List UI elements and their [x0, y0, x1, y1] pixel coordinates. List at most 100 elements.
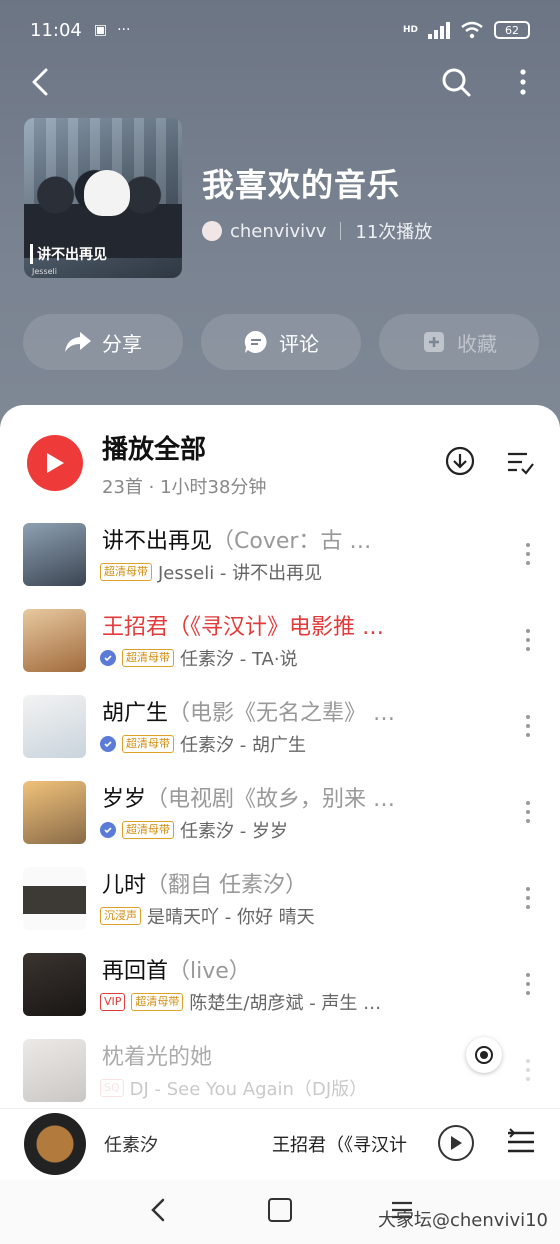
- quality-badge: 超清母带: [122, 821, 174, 839]
- comment-label: 评论: [279, 331, 319, 356]
- quality-badge: 超清母带: [122, 649, 174, 667]
- song-title: 儿时（翻自 任素汐）: [102, 873, 308, 898]
- sq-badge: SQ: [100, 1079, 124, 1097]
- song-thumbnail: [23, 867, 86, 930]
- song-meta: SQ DJ - See You Again（DJ版）: [100, 1075, 490, 1101]
- quality-badge: 超清母带: [131, 993, 184, 1011]
- playlist-title: 我喜欢的音乐: [202, 166, 401, 204]
- verified-icon: [100, 736, 116, 752]
- playlist-cover[interactable]: 讲不出再见 Jesseli: [24, 118, 182, 278]
- multi-select-icon[interactable]: [505, 447, 535, 477]
- song-title: 枕着光的她: [102, 1045, 213, 1070]
- cover-title: 讲不出再见: [30, 244, 107, 264]
- more-icon[interactable]: [518, 883, 538, 913]
- play-all-row[interactable]: 播放全部 23首 · 1小时38分钟: [0, 427, 560, 507]
- song-row[interactable]: 岁岁（电视剧《故乡，别来 … 超清母带 任素汐 - 岁岁: [0, 769, 560, 855]
- play-all-button[interactable]: [27, 435, 83, 491]
- song-artist-album: 陈楚生/胡彦斌 - 声生 …: [189, 993, 382, 1014]
- song-artist-album: 任素汐 - 胡广生: [180, 735, 306, 756]
- quality-badge: 超清母带: [100, 563, 152, 581]
- song-thumbnail: [23, 953, 86, 1016]
- song-artist-album: 是晴天吖 - 你好 晴天: [147, 907, 315, 928]
- mini-play-button[interactable]: [438, 1125, 474, 1161]
- vip-badge: VIP: [100, 993, 126, 1011]
- status-more: ···: [117, 22, 131, 38]
- collect-icon: [424, 332, 444, 352]
- owner-name[interactable]: chenvivivv: [230, 221, 326, 242]
- song-meta: 超清母带 Jesseli - 讲不出再见: [100, 559, 490, 585]
- song-meta: 超清母带 任素汐 - TA·说: [100, 645, 490, 671]
- more-icon[interactable]: [518, 969, 538, 999]
- song-meta: 超清母带 任素汐 - 岁岁: [100, 817, 490, 843]
- song-thumbnail: [23, 781, 86, 844]
- play-icon: [47, 453, 64, 473]
- top-nav: [0, 60, 560, 104]
- download-icon[interactable]: [444, 445, 476, 477]
- playlist-queue-icon[interactable]: [506, 1127, 536, 1157]
- play-all-subtitle: 23首 · 1小时38分钟: [102, 477, 267, 498]
- play-icon: [451, 1136, 462, 1150]
- play-count: 11次播放: [355, 222, 433, 243]
- locate-playing-icon[interactable]: [466, 1037, 502, 1073]
- quality-badge: 超清母带: [122, 735, 174, 753]
- song-thumbnail: [23, 1039, 86, 1102]
- playlist-owner[interactable]: chenvivivv 11次播放: [202, 218, 432, 244]
- more-icon[interactable]: [518, 797, 538, 827]
- collect-button[interactable]: 收藏: [379, 314, 539, 370]
- comment-button[interactable]: 评论: [201, 314, 361, 370]
- status-time: 11:04: [30, 19, 82, 41]
- song-artist-album: Jesseli - 讲不出再见: [158, 563, 323, 584]
- more-icon[interactable]: [518, 539, 538, 569]
- share-button[interactable]: 分享: [23, 314, 183, 370]
- status-bar: 11:04 ▣ ··· HD 62: [0, 0, 560, 60]
- more-icon[interactable]: [518, 711, 538, 741]
- verified-icon: [100, 822, 116, 838]
- song-meta: VIP 超清母带 陈楚生/胡彦斌 - 声生 …: [100, 989, 490, 1015]
- status-notification-icon: ▣: [93, 22, 108, 38]
- hd-label: HD: [402, 25, 418, 35]
- share-label: 分享: [102, 331, 142, 356]
- song-row[interactable]: 王招君（《寻汉计》电影推 … 超清母带 任素汐 - TA·说: [0, 597, 560, 683]
- mini-player-disc[interactable]: [24, 1113, 86, 1175]
- song-artist-album: DJ - See You Again（DJ版）: [129, 1079, 368, 1100]
- more-icon[interactable]: [518, 1055, 538, 1085]
- quality-badge: 沉浸声: [100, 907, 141, 925]
- mini-player-title: 王招君（《寻汉计: [272, 1135, 407, 1156]
- wifi-icon: [461, 21, 483, 39]
- more-icon[interactable]: [518, 625, 538, 655]
- song-artist-album: 任素汐 - TA·说: [180, 649, 298, 670]
- nav-back-icon[interactable]: [145, 1196, 173, 1224]
- mini-player[interactable]: 任素汐 王招君（《寻汉计: [0, 1108, 560, 1180]
- signal-icon: [428, 21, 450, 39]
- share-icon: [65, 332, 91, 352]
- action-bar: 分享 评论 收藏: [23, 314, 539, 370]
- verified-icon: [100, 650, 116, 666]
- song-title: 再回首（live）: [102, 959, 251, 984]
- song-thumbnail: [23, 609, 86, 672]
- song-row[interactable]: 讲不出再见（Cover：古 … 超清母带 Jesseli - 讲不出再见: [0, 511, 560, 597]
- search-icon[interactable]: [438, 64, 474, 100]
- comment-icon: [244, 330, 267, 353]
- song-row[interactable]: 儿时（翻自 任素汐） 沉浸声 是晴天吖 - 你好 晴天: [0, 855, 560, 941]
- song-title: 讲不出再见（Cover：古 …: [102, 529, 372, 554]
- system-nav-bar: 大家坛@chenvivi10: [0, 1180, 560, 1244]
- more-icon[interactable]: [510, 64, 536, 100]
- song-title: 王招君（《寻汉计》电影推 …: [102, 615, 384, 640]
- song-thumbnail: [23, 695, 86, 758]
- mini-player-artist: 任素汐: [104, 1135, 158, 1156]
- avatar[interactable]: [202, 221, 222, 241]
- song-thumbnail: [23, 523, 86, 586]
- battery-icon: 62: [494, 21, 530, 39]
- cover-artist: Jesseli: [32, 267, 57, 276]
- song-title: 胡广生（电影《无名之辈》 …: [102, 701, 396, 726]
- divider: [340, 222, 342, 240]
- watermark: 大家坛@chenvivi10: [378, 1210, 548, 1231]
- song-row[interactable]: 再回首（live） VIP 超清母带 陈楚生/胡彦斌 - 声生 …: [0, 941, 560, 1027]
- song-row[interactable]: 胡广生（电影《无名之辈》 … 超清母带 任素汐 - 胡广生: [0, 683, 560, 769]
- heart-icon: [84, 170, 130, 216]
- song-title: 岁岁（电视剧《故乡，别来 …: [102, 787, 396, 812]
- play-all-title: 播放全部: [102, 435, 207, 465]
- back-icon[interactable]: [24, 64, 60, 100]
- nav-home-icon[interactable]: [268, 1198, 292, 1222]
- song-meta: 超清母带 任素汐 - 胡广生: [100, 731, 490, 757]
